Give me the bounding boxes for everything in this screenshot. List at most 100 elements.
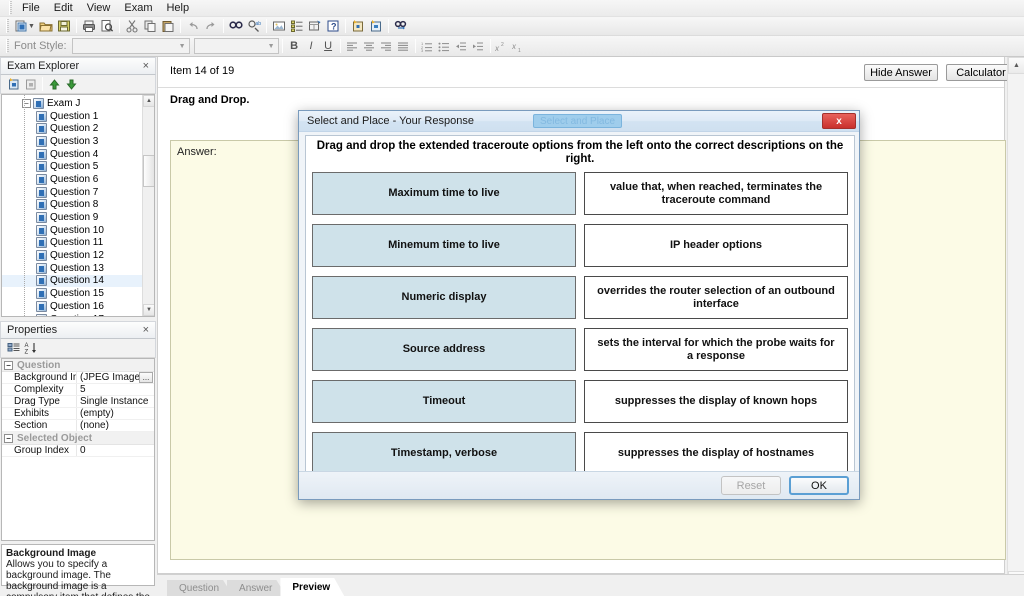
- properties-icon[interactable]: [306, 18, 324, 35]
- add-exhibit-icon[interactable]: [367, 18, 385, 35]
- outline-icon[interactable]: [288, 18, 306, 35]
- print-preview-icon[interactable]: [98, 18, 116, 35]
- align-justify-icon[interactable]: [395, 38, 412, 54]
- calculator-button[interactable]: Calculator: [946, 64, 1016, 81]
- drop-target-description[interactable]: suppresses the display of hostnames: [584, 432, 848, 473]
- underline-button[interactable]: U: [320, 38, 337, 54]
- delete-item-icon[interactable]: [22, 76, 39, 92]
- scroll-down-icon[interactable]: ▼: [143, 304, 155, 316]
- align-right-icon[interactable]: [378, 38, 395, 54]
- tab-answer[interactable]: Answer: [227, 580, 286, 596]
- property-row[interactable]: Complexity5: [2, 384, 154, 396]
- categorized-icon[interactable]: [5, 340, 22, 356]
- menu-view[interactable]: View: [80, 1, 118, 15]
- help-icon[interactable]: ?: [324, 18, 342, 35]
- draggable-option[interactable]: Timeout: [312, 380, 576, 423]
- property-row[interactable]: Group Index0: [2, 445, 154, 457]
- property-row[interactable]: Background Image(JPEG Image)...: [2, 372, 154, 384]
- property-row[interactable]: Section(none): [2, 420, 154, 432]
- decrease-indent-icon[interactable]: [453, 38, 470, 54]
- property-row[interactable]: Exhibits(empty): [2, 408, 154, 420]
- formatting-toolbar-grip[interactable]: [6, 39, 9, 53]
- font-size-select[interactable]: ▼: [194, 38, 279, 54]
- collapse-icon[interactable]: −: [4, 434, 13, 443]
- reset-button[interactable]: Reset: [721, 476, 781, 495]
- print-icon[interactable]: [80, 18, 98, 35]
- browse-ellipsis-button[interactable]: ...: [139, 372, 153, 383]
- hide-answer-button[interactable]: Hide Answer: [864, 64, 938, 81]
- move-up-icon[interactable]: [46, 76, 63, 92]
- drop-target-description[interactable]: suppresses the display of known hops: [584, 380, 848, 423]
- close-icon[interactable]: ×: [141, 324, 151, 336]
- svg-text:A: A: [24, 343, 28, 349]
- scroll-up-icon[interactable]: ▲: [1008, 57, 1024, 74]
- scroll-up-icon[interactable]: ▲: [143, 95, 155, 107]
- paste-icon[interactable]: [159, 18, 177, 35]
- drop-target-description[interactable]: sets the interval for which the probe wa…: [584, 328, 848, 371]
- collapse-icon[interactable]: −: [4, 361, 13, 370]
- property-value[interactable]: (empty): [76, 408, 154, 419]
- scrollbar-thumb[interactable]: [143, 155, 155, 187]
- property-category-header[interactable]: −Question: [2, 359, 154, 372]
- drop-target-description[interactable]: overrides the router selection of an out…: [584, 276, 848, 319]
- align-left-icon[interactable]: [344, 38, 361, 54]
- italic-button[interactable]: I: [303, 38, 320, 54]
- open-folder-icon[interactable]: [37, 18, 55, 35]
- property-value[interactable]: Single Instance: [76, 396, 154, 407]
- insert-image-icon[interactable]: [270, 18, 288, 35]
- font-family-select[interactable]: ▼: [72, 38, 190, 54]
- properties-grid[interactable]: −QuestionBackground Image(JPEG Image)...…: [1, 358, 155, 541]
- drop-target-description[interactable]: value that, when reached, terminates the…: [584, 172, 848, 215]
- move-down-icon[interactable]: [63, 76, 80, 92]
- drop-target-description[interactable]: IP header options: [584, 224, 848, 267]
- property-row[interactable]: Drag TypeSingle Instance: [2, 396, 154, 408]
- superscript-icon[interactable]: x 2: [494, 38, 511, 54]
- increase-indent-icon[interactable]: [470, 38, 487, 54]
- menu-file[interactable]: File: [15, 1, 47, 15]
- alphabetical-sort-icon[interactable]: A Z: [22, 340, 39, 356]
- draggable-option[interactable]: Maximum time to live: [312, 172, 576, 215]
- copy-icon[interactable]: [141, 18, 159, 35]
- close-icon[interactable]: x: [822, 113, 856, 129]
- menu-edit[interactable]: Edit: [47, 1, 80, 15]
- ok-button[interactable]: OK: [789, 476, 849, 495]
- tab-question[interactable]: Question: [167, 580, 233, 596]
- draggable-option[interactable]: Numeric display: [312, 276, 576, 319]
- numbered-list-icon[interactable]: 1 2 3: [419, 38, 436, 54]
- align-center-icon[interactable]: [361, 38, 378, 54]
- redo-icon[interactable]: [202, 18, 220, 35]
- cut-icon[interactable]: [123, 18, 141, 35]
- property-value[interactable]: 5: [76, 384, 154, 395]
- property-value[interactable]: (none): [76, 420, 154, 431]
- tab-preview[interactable]: Preview: [280, 578, 344, 596]
- find-icon[interactable]: [227, 18, 245, 35]
- svg-text:2: 2: [501, 42, 504, 48]
- find-next-icon[interactable]: [392, 18, 410, 35]
- bulleted-list-icon[interactable]: [436, 38, 453, 54]
- bold-button[interactable]: B: [286, 38, 303, 54]
- add-question-icon[interactable]: [349, 18, 367, 35]
- draggable-option[interactable]: Source address: [312, 328, 576, 371]
- draggable-option[interactable]: Minemum time to live: [312, 224, 576, 267]
- toolbar-grip[interactable]: [6, 19, 9, 33]
- subscript-icon[interactable]: x 1: [511, 38, 528, 54]
- property-value[interactable]: 0: [76, 445, 154, 456]
- editor-vertical-scrollbar[interactable]: ▲ ▼: [1007, 57, 1024, 588]
- exam-tree[interactable]: −Exam JQuestion 1Question 2Question 3Que…: [1, 94, 155, 317]
- new-document-dropdown-icon[interactable]: ▼: [28, 23, 35, 30]
- undo-icon[interactable]: [184, 18, 202, 35]
- exam-tree-scrollbar[interactable]: ▲ ▼: [142, 95, 154, 316]
- add-item-icon[interactable]: [5, 76, 22, 92]
- replace-icon[interactable]: ab: [245, 18, 263, 35]
- close-icon[interactable]: ×: [141, 60, 151, 72]
- dialog-title-bar[interactable]: Select and Place - Your Response Select …: [299, 111, 859, 132]
- property-category-header[interactable]: −Selected Object: [2, 432, 154, 445]
- menu-exam[interactable]: Exam: [117, 1, 159, 15]
- select-and-place-dialog: Select and Place - Your Response Select …: [298, 110, 860, 500]
- question-icon: [36, 314, 47, 317]
- menu-help[interactable]: Help: [159, 1, 196, 15]
- property-value[interactable]: (JPEG Image): [76, 372, 139, 383]
- menu-bar-grip[interactable]: [9, 1, 12, 15]
- draggable-option[interactable]: Timestamp, verbose: [312, 432, 576, 473]
- save-icon[interactable]: [55, 18, 73, 35]
